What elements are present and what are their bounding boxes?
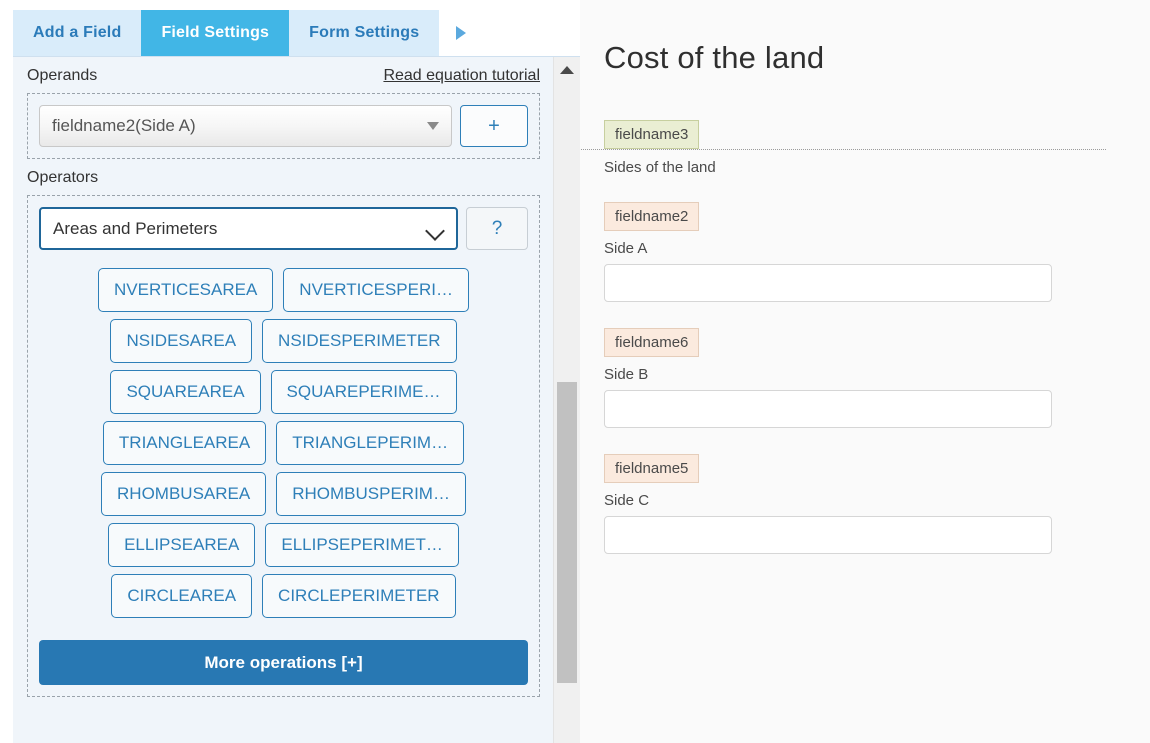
tab-label: Add a Field (33, 24, 122, 41)
read-equation-tutorial-link[interactable]: Read equation tutorial (383, 67, 540, 85)
field-label: Side C (604, 492, 650, 509)
operator-button-list: NVERTICESAREA NVERTICESPERI… NSIDESAREA … (39, 268, 528, 618)
add-operand-label: + (488, 114, 500, 137)
operator-button[interactable]: RHOMBUSPERIM… (276, 472, 466, 516)
chevron-down-icon (425, 220, 445, 241)
side-a-input[interactable] (604, 264, 1052, 302)
form-field-side-b: fieldname6 Side B (604, 328, 1150, 428)
operand-select-value: fieldname2(Side A) (52, 116, 196, 135)
scrollbar-thumb[interactable] (557, 382, 577, 683)
operators-row: Areas and Perimeters ? (39, 207, 528, 250)
caret-down-icon (427, 122, 439, 130)
operands-box: fieldname2(Side A) + (27, 93, 540, 159)
operator-button[interactable]: ELLIPSEPERIMET… (265, 523, 459, 567)
operator-button[interactable]: TRIANGLEAREA (102, 421, 267, 465)
operator-button[interactable]: CIRCLEAREA (111, 574, 253, 618)
equation-editor: Operands Read equation tutorial fieldnam… (13, 57, 554, 743)
side-c-input[interactable] (604, 516, 1052, 554)
operands-row: fieldname2(Side A) + (39, 105, 528, 147)
tab-bar: Add a Field Field Settings Form Settings (0, 0, 580, 56)
operators-header: Operators (27, 159, 540, 187)
operator-button[interactable]: NSIDESPERIMETER (262, 319, 457, 363)
operands-header: Operands Read equation tutorial (27, 57, 540, 85)
tab-scroll-right-button[interactable] (439, 10, 484, 56)
tab-add-a-field[interactable]: Add a Field (13, 10, 142, 56)
operator-button[interactable]: SQUAREPERIME… (270, 370, 457, 414)
operator-button[interactable]: TRIANGLEPERIM… (276, 421, 465, 465)
operators-box: Areas and Perimeters ? NVERTICESAREA NVE… (27, 195, 540, 697)
tab-label: Form Settings (309, 24, 420, 41)
field-tag: fieldname2 (604, 202, 700, 231)
operator-help-button[interactable]: ? (466, 207, 528, 250)
operator-button[interactable]: ELLIPSEAREA (108, 523, 256, 567)
operator-category-value: Areas and Perimeters (53, 218, 218, 238)
form-preview-panel: Cost of the land fieldname3 Sides of the… (580, 0, 1150, 743)
operator-button[interactable]: NVERTICESPERI… (283, 268, 469, 312)
field-settings-body: Operands Read equation tutorial fieldnam… (13, 56, 580, 743)
scroll-up-button[interactable] (554, 57, 580, 83)
field-label: Side B (604, 366, 649, 383)
form-field-side-c: fieldname5 Side C (604, 454, 1150, 554)
panel-scrollbar[interactable] (553, 57, 580, 743)
operator-button[interactable]: NSIDESAREA (110, 319, 253, 363)
operator-help-label: ? (491, 217, 503, 239)
form-title: Cost of the land (604, 40, 825, 75)
field-tag: fieldname5 (604, 454, 700, 483)
operator-button[interactable]: NVERTICESAREA (98, 268, 274, 312)
side-b-input[interactable] (604, 390, 1052, 428)
section-block: fieldname3 Sides of the land (580, 120, 1150, 176)
operands-title: Operands (27, 67, 98, 84)
section-description: Sides of the land (604, 159, 716, 176)
tab-field-settings[interactable]: Field Settings (141, 10, 290, 56)
operator-button[interactable]: CIRCLEPERIMETER (262, 574, 456, 618)
operator-button[interactable]: SQUAREAREA (110, 370, 261, 414)
tab-form-settings[interactable]: Form Settings (289, 10, 440, 56)
section-divider-wrap (580, 149, 1130, 150)
add-operand-button[interactable]: + (460, 105, 528, 147)
field-settings-panel: Add a Field Field Settings Form Settings… (0, 0, 580, 743)
operators-title: Operators (27, 169, 99, 186)
operator-button[interactable]: RHOMBUSAREA (101, 472, 267, 516)
form-field-side-a: fieldname2 Side A (604, 202, 1150, 302)
more-operations-button[interactable]: More operations [+] (39, 640, 528, 685)
field-tag: fieldname6 (604, 328, 700, 357)
application-root: Add a Field Field Settings Form Settings… (0, 0, 1150, 743)
field-label: Side A (604, 240, 648, 257)
operator-category-select[interactable]: Areas and Perimeters (39, 207, 458, 250)
section-tag: fieldname3 (604, 120, 700, 149)
section-divider (580, 149, 1106, 150)
operand-select[interactable]: fieldname2(Side A) (39, 105, 452, 147)
triangle-up-icon (560, 66, 574, 74)
tab-label: Field Settings (161, 24, 270, 41)
triangle-right-icon (456, 26, 467, 40)
